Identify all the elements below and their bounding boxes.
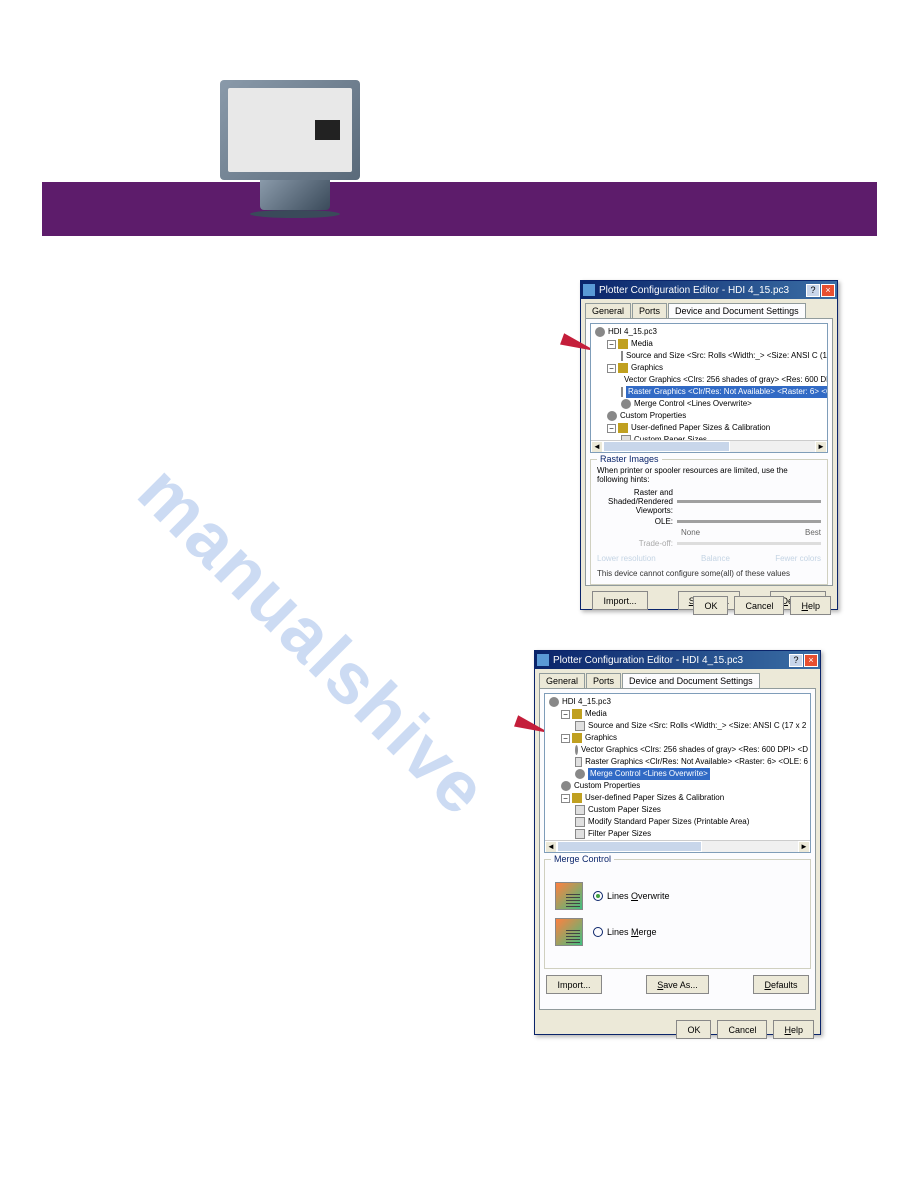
header-band: [42, 182, 877, 236]
tree-root[interactable]: HDI 4_15.pc3: [562, 696, 611, 708]
tabstrip: General Ports Device and Document Settin…: [581, 299, 837, 318]
scroll-left-icon[interactable]: ◄: [591, 441, 603, 453]
label-lower-res: Lower resolution: [597, 554, 656, 563]
defaults-button[interactable]: Defaults: [753, 975, 809, 994]
scroll-right-icon[interactable]: ►: [798, 841, 810, 853]
merge-control-group: Merge Control Lines Overwrite Lines Merg…: [544, 859, 811, 969]
slider-tradeoff: [677, 542, 821, 545]
plotter-config-dialog-1: Plotter Configuration Editor - HDI 4_15.…: [580, 280, 838, 610]
tab-panel: HDI 4_15.pc3 −Media Source and Size <Src…: [539, 688, 816, 1010]
raster-images-group: Raster Images When printer or spooler re…: [590, 459, 828, 585]
tab-general[interactable]: General: [585, 303, 631, 318]
tree-media[interactable]: Media: [585, 708, 607, 720]
scroll-right-icon[interactable]: ►: [815, 441, 827, 453]
cancel-button[interactable]: Cancel: [717, 1020, 767, 1039]
tree-merge-selected[interactable]: Merge Control <Lines Overwrite>: [588, 768, 710, 780]
help-titlebar-button[interactable]: ?: [806, 284, 820, 297]
group-title: Merge Control: [551, 854, 614, 864]
tree-userdef[interactable]: User-defined Paper Sizes & Calibration: [631, 422, 770, 434]
app-icon: [537, 654, 549, 666]
app-icon: [583, 284, 595, 296]
device-note: This device cannot configure some(all) o…: [597, 569, 821, 578]
dialog-button-row: OK Cancel Help: [535, 1014, 820, 1045]
watermark-text: manualshive: [122, 450, 504, 832]
tree-filter-sizes[interactable]: Filter Paper Sizes: [588, 828, 651, 840]
tree-custom-sizes[interactable]: Custom Paper Sizes: [588, 804, 661, 816]
settings-tree[interactable]: HDI 4_15.pc3 −Media Source and Size <Src…: [590, 323, 828, 453]
titlebar: Plotter Configuration Editor - HDI 4_15.…: [535, 651, 820, 669]
tree-media[interactable]: Media: [631, 338, 653, 350]
lines-merge-icon: [555, 918, 583, 946]
close-button[interactable]: ×: [804, 654, 818, 667]
tick-none: None: [681, 528, 700, 537]
close-button[interactable]: ×: [821, 284, 835, 297]
tree-userdef[interactable]: User-defined Paper Sizes & Calibration: [585, 792, 724, 804]
help-titlebar-button[interactable]: ?: [789, 654, 803, 667]
slider-label-ole: OLE:: [597, 517, 677, 526]
cancel-button[interactable]: Cancel: [734, 596, 784, 615]
save-as-button[interactable]: Save As...: [646, 975, 709, 994]
tree-vector[interactable]: Vector Graphics <Clrs: 256 shades of gra…: [581, 744, 808, 756]
tree-root[interactable]: HDI 4_15.pc3: [608, 326, 657, 338]
tree-custom-props[interactable]: Custom Properties: [620, 410, 686, 422]
tree-raster-selected[interactable]: Raster Graphics <Clr/Res: Not Available>…: [626, 386, 828, 398]
tree-graphics[interactable]: Graphics: [585, 732, 617, 744]
tree-merge[interactable]: Merge Control <Lines Overwrite>: [634, 398, 752, 410]
tree-modify-sizes[interactable]: Modify Standard Paper Sizes (Printable A…: [588, 816, 749, 828]
tree-raster[interactable]: Raster Graphics <Clr/Res: Not Available>…: [585, 756, 808, 768]
titlebar-text: Plotter Configuration Editor - HDI 4_15.…: [553, 655, 789, 666]
scroll-left-icon[interactable]: ◄: [545, 841, 557, 853]
tree-graphics[interactable]: Graphics: [631, 362, 663, 374]
tree-source[interactable]: Source and Size <Src: Rolls <Width:_> <S…: [626, 350, 828, 362]
tree-vector[interactable]: Vector Graphics <Clrs: 256 shades of gra…: [624, 374, 828, 386]
tab-device-settings[interactable]: Device and Document Settings: [668, 303, 806, 318]
ok-button[interactable]: OK: [676, 1020, 711, 1039]
label-fewer-colors: Fewer colors: [775, 554, 821, 563]
help-button[interactable]: Help: [773, 1020, 814, 1039]
tab-general[interactable]: General: [539, 673, 585, 688]
tab-device-settings[interactable]: Device and Document Settings: [622, 673, 760, 688]
label-lines-overwrite: Lines Overwrite: [607, 891, 670, 901]
tree-source[interactable]: Source and Size <Src: Rolls <Width:_> <S…: [588, 720, 806, 732]
tree-custom-props[interactable]: Custom Properties: [574, 780, 640, 792]
slider-label-tradeoff: Trade-off:: [597, 539, 677, 548]
import-button[interactable]: Import...: [546, 975, 602, 994]
label-lines-merge: Lines Merge: [607, 927, 657, 937]
slider-viewports[interactable]: [677, 500, 821, 503]
titlebar-text: Plotter Configuration Editor - HDI 4_15.…: [599, 285, 806, 296]
help-button[interactable]: Help: [790, 596, 831, 615]
tree-scrollbar[interactable]: ◄ ►: [545, 840, 810, 852]
lines-overwrite-icon: [555, 882, 583, 910]
settings-tree[interactable]: HDI 4_15.pc3 −Media Source and Size <Src…: [544, 693, 811, 853]
tabstrip: General Ports Device and Document Settin…: [535, 669, 820, 688]
raster-hint: When printer or spooler resources are li…: [597, 466, 821, 484]
tab-ports[interactable]: Ports: [632, 303, 667, 318]
ok-button[interactable]: OK: [693, 596, 728, 615]
titlebar: Plotter Configuration Editor - HDI 4_15.…: [581, 281, 837, 299]
monitor-illustration: [220, 80, 370, 220]
tick-best: Best: [805, 528, 821, 537]
tab-ports[interactable]: Ports: [586, 673, 621, 688]
group-title: Raster Images: [597, 454, 662, 464]
slider-ole[interactable]: [677, 520, 821, 523]
label-balance: Balance: [701, 554, 730, 563]
tree-scrollbar[interactable]: ◄ ►: [591, 440, 827, 452]
plotter-config-dialog-2: Plotter Configuration Editor - HDI 4_15.…: [534, 650, 821, 1035]
radio-lines-overwrite[interactable]: [593, 891, 603, 901]
import-button[interactable]: Import...: [592, 591, 648, 610]
slider-label-viewports: Raster and Shaded/Rendered Viewports:: [597, 488, 677, 515]
tab-panel: HDI 4_15.pc3 −Media Source and Size <Src…: [585, 318, 833, 586]
radio-lines-merge[interactable]: [593, 927, 603, 937]
